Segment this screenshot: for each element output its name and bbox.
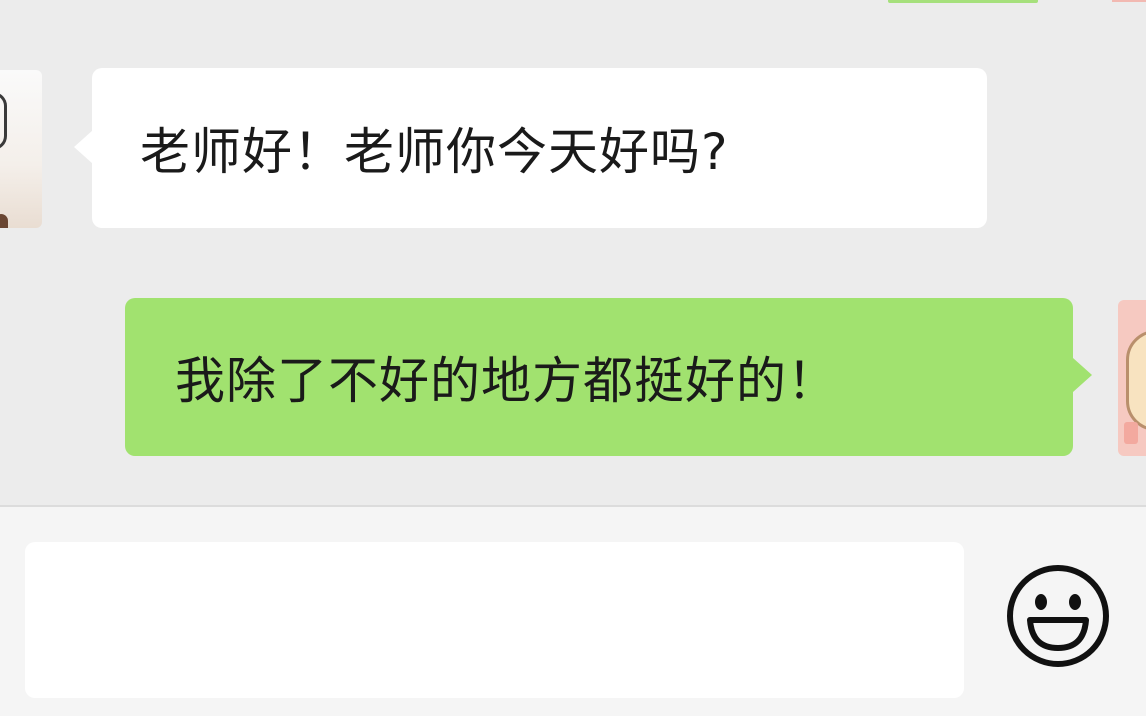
outgoing-message-bubble[interactable]: 我除了不好的地方都挺好的！ [125,298,1092,456]
previous-message-edge [888,0,1038,3]
self-avatar[interactable] [1118,300,1146,456]
avatar-stripe [1124,422,1138,444]
incoming-message-bubble[interactable]: 老师好！老师你今天好吗? [74,68,987,228]
message-input[interactable] [25,542,964,698]
avatar-face [1126,330,1146,431]
contact-avatar[interactable] [0,70,42,228]
previous-avatar-edge [1112,0,1146,2]
avatar-ear-outline [0,92,7,150]
chat-area: 老师好！老师你今天好吗? 我除了不好的地方都挺好的！ [0,0,1146,505]
outgoing-message-text: 我除了不好的地方都挺好的！ [175,352,838,410]
smiley-face-icon [1007,565,1109,667]
incoming-message-text: 老师好！老师你今天好吗? [140,123,729,181]
avatar-foot [0,214,8,228]
emoji-button[interactable] [1004,562,1112,670]
input-bar [0,505,1146,716]
